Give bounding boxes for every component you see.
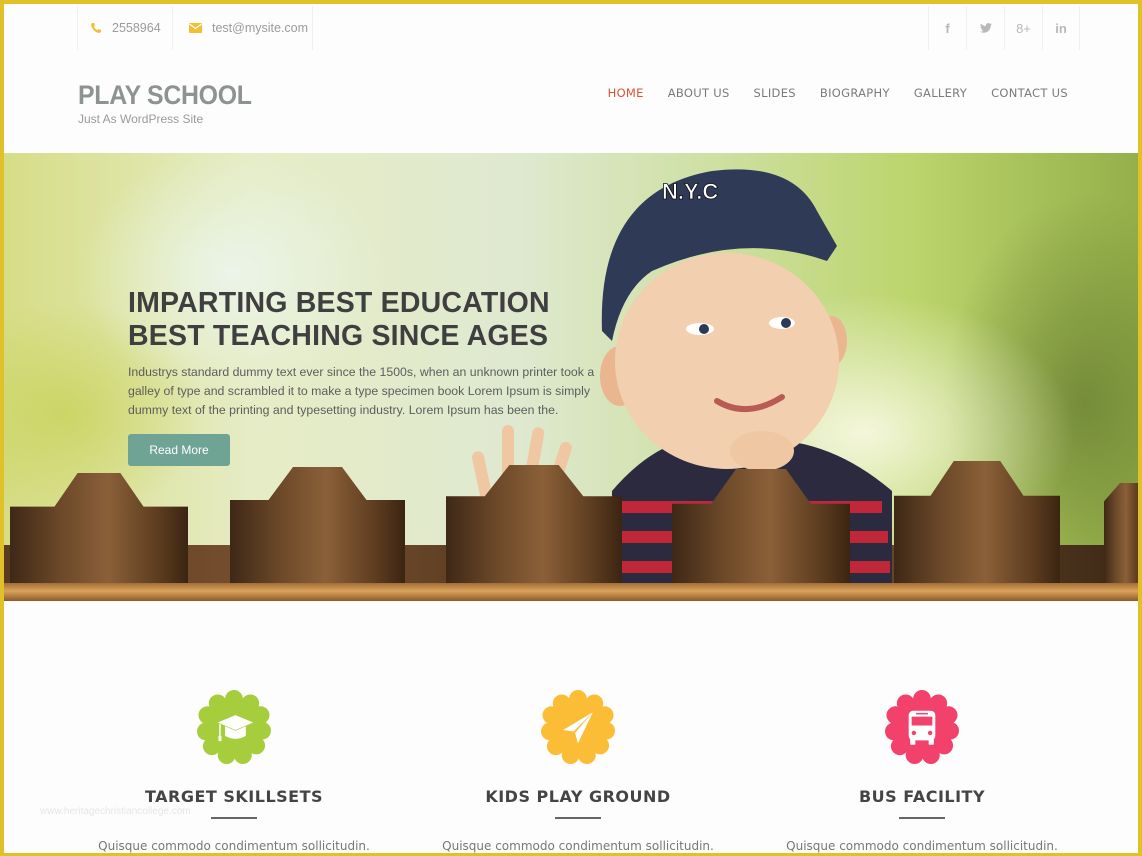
feature-text: Quisque commodo condimentum sollicitudin… bbox=[98, 839, 370, 853]
fence-picket bbox=[894, 461, 1060, 585]
fence-rail bbox=[4, 583, 1138, 601]
email-address: test@mysite.com bbox=[212, 21, 309, 35]
hero-title-line-2: BEST TEACHING SINCE AGES bbox=[128, 320, 549, 352]
feature-title: KIDS PLAY GROUND bbox=[485, 787, 671, 806]
nav-slides[interactable]: SLIDES bbox=[754, 86, 796, 100]
social-links: f 8+ in bbox=[928, 6, 1080, 50]
watermark-text: www.heritagechristiancollege.com bbox=[40, 806, 191, 817]
phone-number: 2558964 bbox=[112, 21, 161, 35]
feature-divider bbox=[555, 817, 601, 819]
nav-gallery[interactable]: GALLERY bbox=[914, 86, 967, 100]
hero-title-line-1: IMPARTING BEST EDUCATION bbox=[128, 287, 550, 319]
cap-text: N.Y.C bbox=[662, 179, 718, 204]
feature-title: TARGET SKILLSETS bbox=[144, 787, 324, 806]
nav-about-us[interactable]: ABOUT US bbox=[668, 86, 730, 100]
fence-picket bbox=[1104, 483, 1138, 585]
fence-picket bbox=[10, 473, 188, 585]
nav-home[interactable]: HOME bbox=[608, 86, 644, 100]
linkedin-icon[interactable]: in bbox=[1042, 6, 1080, 50]
hero-slider: N.Y.C IMPARTING BEST EDUCATION BEST TEAC… bbox=[4, 153, 1138, 601]
feature-divider bbox=[211, 817, 257, 819]
site-tagline: Just As WordPress Site bbox=[78, 112, 204, 126]
google-plus-icon[interactable]: 8+ bbox=[1004, 6, 1042, 50]
twitter-icon[interactable] bbox=[966, 6, 1004, 50]
top-bar: 2558964 test@mysite.com f 8+ in bbox=[4, 4, 1138, 50]
phone-icon bbox=[91, 23, 101, 33]
site-title[interactable]: PLAY SCHOOL bbox=[78, 80, 252, 111]
site-header: PLAY SCHOOL Just As WordPress Site HOME … bbox=[4, 50, 1138, 153]
feature-divider bbox=[899, 817, 945, 819]
bus-icon bbox=[885, 690, 959, 764]
nav-contact-us[interactable]: CONTACT US bbox=[991, 86, 1068, 100]
hero-title: IMPARTING BEST EDUCATION BEST TEACHING S… bbox=[128, 287, 550, 353]
nav-biography[interactable]: BIOGRAPHY bbox=[820, 86, 890, 100]
paper-plane-icon bbox=[541, 690, 615, 764]
fence-picket bbox=[230, 467, 405, 585]
facebook-icon[interactable]: f bbox=[928, 6, 966, 50]
features-section: www.heritagechristiancollege.com TARGET … bbox=[4, 601, 1138, 856]
feature-title: BUS FACILITY bbox=[858, 787, 986, 806]
phone-contact[interactable]: 2558964 bbox=[77, 6, 173, 50]
envelope-icon bbox=[189, 23, 202, 33]
hero-description: Industrys standard dummy text ever since… bbox=[128, 365, 595, 417]
graduation-cap-icon bbox=[197, 690, 271, 764]
read-more-button[interactable]: Read More bbox=[128, 434, 230, 466]
email-contact[interactable]: test@mysite.com bbox=[173, 6, 313, 50]
feature-text: Quisque commodo condimentum sollicitudin… bbox=[442, 839, 714, 853]
feature-text: Quisque commodo condimentum sollicitudin… bbox=[786, 839, 1058, 853]
main-nav: HOME ABOUT US SLIDES BIOGRAPHY GALLERY C… bbox=[608, 86, 1068, 100]
